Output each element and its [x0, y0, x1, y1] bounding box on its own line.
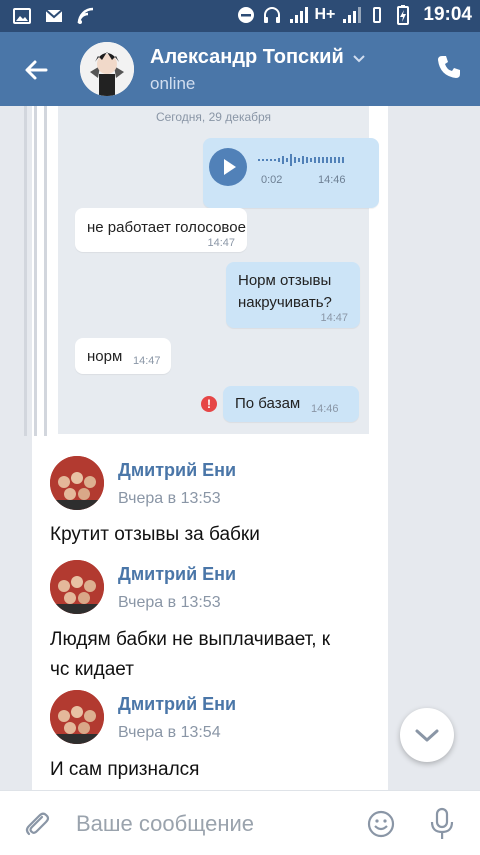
comment-text: Людям бабки не выплачивает, к чс кидает — [50, 625, 380, 685]
comment-header: Дмитрий Ени Вчера в 13:53 — [50, 456, 370, 512]
status-bar: H+ 19:04 — [0, 0, 480, 32]
dnd-icon — [238, 7, 255, 23]
waveform — [258, 154, 344, 166]
forward-rail — [24, 106, 27, 436]
error-icon[interactable]: ! — [201, 396, 217, 412]
cell-signal-2-icon — [343, 7, 362, 23]
comment-author[interactable]: Дмитрий Ени — [118, 564, 236, 585]
comment-date: Вчера в 13:53 — [118, 490, 221, 507]
date-separator: Сегодня, 29 декабря — [155, 110, 272, 124]
chevron-down-icon[interactable] — [352, 52, 366, 66]
chat-header: Александр Топский online — [0, 32, 480, 106]
page-title[interactable]: Александр Топский — [150, 46, 344, 69]
mail-notification-icon — [45, 9, 63, 22]
comment-text-line: чс кидает — [50, 659, 134, 680]
comment-text-line: Людям бабки не выплачивает, к — [50, 629, 331, 650]
cell-signal-icon — [290, 7, 309, 23]
outgoing-message[interactable]: По базам 14:46 — [223, 386, 359, 422]
outgoing-message[interactable]: Норм отзывы накручивать? 14:47 — [226, 262, 360, 328]
attach-icon[interactable] — [22, 809, 52, 839]
clock: 19:04 — [423, 4, 472, 25]
comment-date: Вчера в 13:54 — [118, 724, 221, 741]
play-icon — [224, 159, 236, 175]
voice-duration: 0:02 — [261, 174, 283, 186]
message-time: 14:47 — [320, 312, 348, 324]
message-time: 14:47 — [207, 237, 235, 249]
message-time: 14:47 — [133, 355, 161, 367]
network-type: H+ — [314, 6, 336, 23]
message-text: норм — [87, 348, 123, 365]
comment-text: И сам признался — [50, 759, 200, 780]
comment-header: Дмитрий Ени Вчера в 13:53 — [50, 560, 370, 616]
comment-author[interactable]: Дмитрий Ени — [118, 694, 236, 715]
headphones-icon — [264, 7, 281, 23]
wifi-signal-icon — [77, 7, 94, 24]
incoming-message[interactable]: не работает голосовое 14:47 — [75, 208, 247, 252]
message-time: 14:46 — [311, 403, 339, 415]
message-time: 14:46 — [318, 174, 346, 186]
play-button[interactable] — [209, 148, 247, 186]
comment-author[interactable]: Дмитрий Ени — [118, 460, 236, 481]
gallery-notification-icon — [13, 8, 31, 24]
phone-icon[interactable] — [434, 52, 464, 82]
avatar[interactable] — [80, 42, 134, 96]
scroll-down-button[interactable] — [400, 708, 454, 762]
emoji-icon[interactable] — [366, 809, 396, 839]
comment-text: Крутит отзывы за бабки — [50, 524, 260, 545]
incoming-message[interactable]: норм 14:47 — [75, 338, 171, 374]
message-text: По базам — [235, 395, 301, 412]
mic-icon[interactable] — [428, 807, 456, 841]
forwarded-screenshot[interactable]: Сегодня, 29 декабря 0:02 14:46 не работа… — [58, 106, 379, 434]
voice-message[interactable]: 0:02 14:46 — [203, 138, 379, 208]
battery-icon — [397, 5, 410, 25]
online-status: online — [150, 74, 196, 93]
message-text: Норм отзывы — [238, 272, 332, 289]
vibrate-icon — [373, 7, 382, 23]
message-composer — [0, 790, 480, 855]
forward-rail — [34, 106, 37, 436]
scroll-down-icon — [415, 729, 439, 742]
message-text: накручивать? — [238, 294, 332, 311]
back-arrow-icon[interactable] — [20, 54, 52, 86]
forward-rail — [44, 106, 47, 436]
avatar[interactable] — [50, 690, 104, 744]
avatar[interactable] — [50, 456, 104, 510]
comment-date: Вчера в 13:53 — [118, 594, 221, 611]
message-text: не работает голосовое — [87, 219, 246, 236]
comment-header: Дмитрий Ени Вчера в 13:54 — [50, 690, 370, 746]
avatar[interactable] — [50, 560, 104, 614]
message-input[interactable] — [74, 805, 358, 843]
